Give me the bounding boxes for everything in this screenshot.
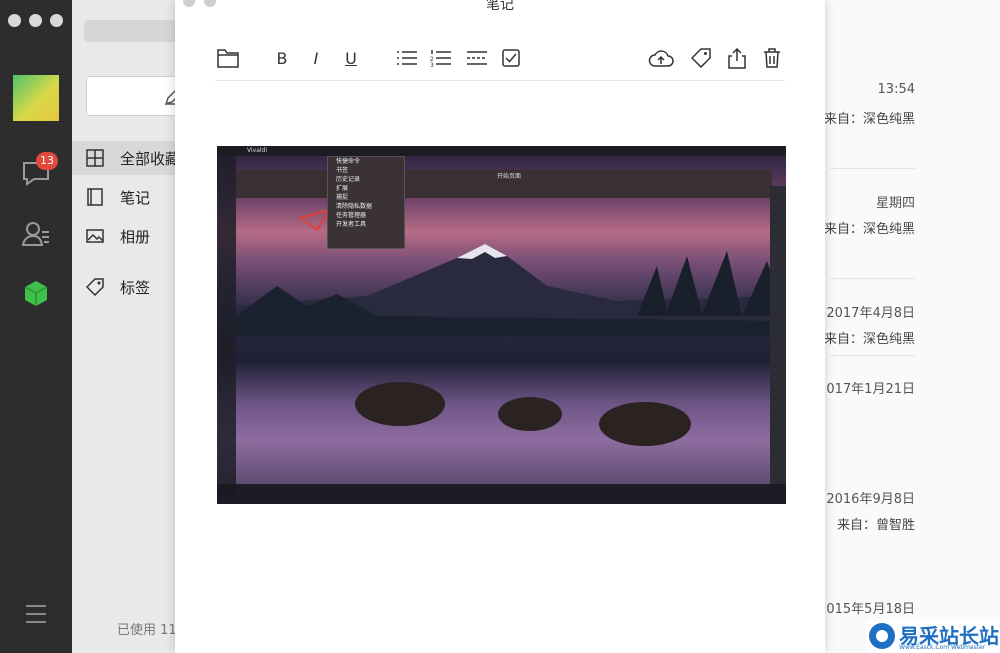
underline-label: U: [345, 48, 357, 68]
avatar[interactable]: [13, 75, 59, 121]
divider-button[interactable]: [465, 44, 489, 72]
list-item[interactable]: 2016年9月8日 来自：曾智胜: [820, 488, 915, 533]
tag-button[interactable]: [690, 44, 712, 72]
sidebar-item-tags[interactable]: 标签: [72, 270, 182, 304]
sidebar-item-label: 全部收藏: [120, 149, 181, 168]
image-icon: [86, 229, 104, 243]
app-rail: 13: [0, 0, 72, 653]
dashed-line-icon: [467, 51, 487, 65]
bold-label: B: [276, 48, 288, 68]
divider: [830, 355, 915, 356]
divider: [830, 168, 915, 169]
bold-button[interactable]: B: [272, 44, 292, 72]
sidebar-item-label: 标签: [120, 278, 151, 297]
bottom-dock: [217, 484, 786, 504]
bullet-list-icon: [397, 51, 417, 65]
list-item[interactable]: 2015年5月18日: [818, 598, 915, 618]
tag-icon: [691, 48, 711, 68]
checkbox-button[interactable]: [500, 44, 522, 72]
sidebar-item-label: 笔记: [120, 188, 151, 207]
grid-icon: [86, 149, 104, 167]
italic-label: I: [313, 48, 319, 68]
share-button[interactable]: [726, 44, 748, 72]
svg-text:3: 3: [430, 62, 434, 67]
list-item[interactable]: 13:54 来自：深色纯黑: [820, 82, 915, 127]
trash-icon: [764, 48, 780, 68]
sidebar-item-all[interactable]: 全部收藏: [72, 141, 182, 175]
folder-button[interactable]: [215, 44, 241, 72]
sidebar-item-notes[interactable]: 笔记: [72, 180, 182, 214]
maximize-window-button[interactable]: [50, 14, 63, 27]
note-icon: [87, 188, 103, 206]
italic-button[interactable]: I: [306, 44, 326, 72]
minimize-window-button[interactable]: [29, 14, 42, 27]
folder-icon: [217, 49, 239, 68]
favorites-sidebar: 全部收藏 笔记 相册 标签 已使用 11: [72, 0, 194, 653]
watermark-subtext: Www.Easck.Com Webmaster: [899, 644, 986, 651]
browser-side-panel: [770, 186, 786, 486]
storage-usage: 已使用 11: [117, 623, 177, 638]
list-item[interactable]: 2017年4月8日 来自：深色纯黑: [820, 302, 915, 347]
tag-icon: [86, 278, 104, 296]
note-editor-window: 笔记 B I U 2 3 快捷命令 书签 历史记录 扩展 捕捉 清除隐私数据 任…: [175, 0, 825, 653]
favorites-list: 13:54 来自：深色纯黑 星期四 来自：深色纯黑 2017年4月8日 来自：深…: [818, 0, 1000, 653]
divider: [830, 278, 915, 279]
embedded-app-name: Vivaldi: [247, 147, 268, 154]
favorites-cube-icon[interactable]: [20, 278, 52, 310]
window-title: 笔记: [486, 0, 514, 13]
note-image[interactable]: 快捷命令 书签 历史记录 扩展 捕捉 清除隐私数据 任务管理器 开发者工具 Vi…: [217, 146, 786, 504]
sidebar-item-label: 相册: [120, 227, 151, 246]
new-note-button[interactable]: [86, 76, 186, 116]
mountain-lake-illustration: [236, 208, 786, 446]
site-watermark: 易采站长站 Www.Easck.Com Webmaster: [866, 619, 1000, 653]
underline-button[interactable]: U: [341, 44, 361, 72]
list-item[interactable]: 2017年1月21日: [818, 378, 915, 398]
cloud-upload-icon: [648, 50, 674, 67]
watermark-logo-icon: [869, 623, 895, 649]
bullet-list-button[interactable]: [395, 44, 419, 72]
upload-cloud-button[interactable]: [647, 44, 675, 72]
close-window-button[interactable]: [8, 14, 21, 27]
checkbox-icon: [502, 49, 520, 67]
sidebar-item-album[interactable]: 相册: [72, 219, 182, 253]
numbered-list-button[interactable]: 2 3: [429, 44, 453, 72]
embedded-browser-title: 开始页面: [497, 173, 522, 180]
unread-badge: 13: [36, 152, 58, 170]
left-dock: [217, 156, 236, 496]
mac-menubar: [217, 146, 786, 156]
contacts-icon[interactable]: [20, 218, 52, 250]
menu-icon[interactable]: [20, 598, 52, 630]
toolbar-divider: [215, 80, 785, 81]
tools-menu: 快捷命令 书签 历史记录 扩展 捕捉 清除隐私数据 任务管理器 开发者工具: [327, 156, 405, 249]
list-item[interactable]: 星期四 来自：深色纯黑: [820, 192, 915, 237]
delete-button[interactable]: [761, 44, 783, 72]
share-icon: [728, 47, 746, 69]
numbered-list-icon: 2 3: [430, 50, 451, 67]
